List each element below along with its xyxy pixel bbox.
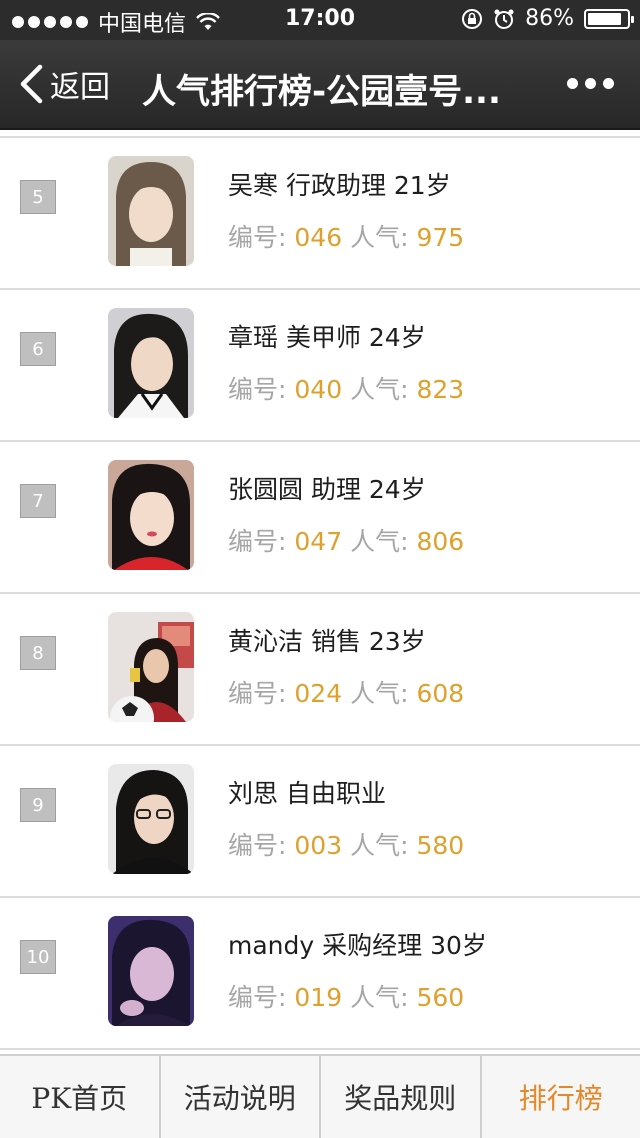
ranking-list: 5 吴寒 行政助理 21岁 编号: 046 人气: 975 6 xyxy=(0,136,640,1050)
entry-name: 吴寒 行政助理 21岁 xyxy=(228,166,451,202)
entry-meta: 编号: 047 人气: 806 xyxy=(228,522,464,558)
more-options-icon[interactable] xyxy=(567,78,614,89)
rank-badge: 7 xyxy=(20,484,56,518)
entry-name: 张圆圆 助理 24岁 xyxy=(228,470,426,506)
battery-percent: 86% xyxy=(525,6,574,31)
entry-id: 024 xyxy=(294,679,342,708)
avatar[interactable] xyxy=(108,156,194,266)
nav-bar: 返回 人气排行榜-公园壹号... xyxy=(0,40,640,130)
popularity-label: 人气: xyxy=(350,983,408,1012)
entry-name: 章瑶 美甲师 24岁 xyxy=(228,318,426,354)
id-label: 编号: xyxy=(228,831,286,860)
popularity-label: 人气: xyxy=(350,527,408,556)
popularity-label: 人气: xyxy=(350,223,408,252)
battery-icon xyxy=(584,9,630,29)
popularity-label: 人气: xyxy=(350,679,408,708)
entry-id: 040 xyxy=(294,375,342,404)
entry-popularity: 806 xyxy=(416,527,464,556)
alarm-icon xyxy=(493,8,515,30)
rank-badge: 5 xyxy=(20,180,56,214)
tab-pk-home[interactable]: PK首页 xyxy=(0,1056,161,1138)
id-label: 编号: xyxy=(228,527,286,556)
tab-leaderboard[interactable]: 排行榜 xyxy=(482,1056,640,1138)
entry-id: 046 xyxy=(294,223,342,252)
id-label: 编号: xyxy=(228,679,286,708)
tab-prize-rules[interactable]: 奖品规则 xyxy=(321,1056,482,1138)
ranking-row[interactable]: 9 刘思 自由职业 编号: 003 人气: 580 xyxy=(0,746,640,898)
entry-popularity: 823 xyxy=(416,375,464,404)
entry-name: mandy 采购经理 30岁 xyxy=(228,926,487,962)
rotation-lock-icon xyxy=(461,8,483,30)
rank-badge: 6 xyxy=(20,332,56,366)
entry-meta: 编号: 046 人气: 975 xyxy=(228,218,464,254)
rank-badge: 9 xyxy=(20,788,56,822)
avatar[interactable] xyxy=(108,460,194,570)
bottom-tab-bar: PK首页 活动说明 奖品规则 排行榜 xyxy=(0,1054,640,1138)
id-label: 编号: xyxy=(228,223,286,252)
status-right: 86% xyxy=(461,6,630,31)
popularity-label: 人气: xyxy=(350,375,408,404)
entry-id: 003 xyxy=(294,831,342,860)
ranking-row[interactable]: 5 吴寒 行政助理 21岁 编号: 046 人气: 975 xyxy=(0,136,640,290)
avatar[interactable] xyxy=(108,916,194,1026)
entry-popularity: 580 xyxy=(416,831,464,860)
entry-meta: 编号: 003 人气: 580 xyxy=(228,826,464,862)
entry-meta: 编号: 024 人气: 608 xyxy=(228,674,464,710)
entry-id: 019 xyxy=(294,983,342,1012)
rank-badge: 10 xyxy=(20,940,56,974)
entry-popularity: 560 xyxy=(416,983,464,1012)
id-label: 编号: xyxy=(228,375,286,404)
battery-fill xyxy=(588,13,621,25)
entry-id: 047 xyxy=(294,527,342,556)
popularity-label: 人气: xyxy=(350,831,408,860)
back-label: 返回 xyxy=(50,62,110,106)
ranking-row[interactable]: 8 黄沁洁 销售 23岁 编号: 024 人气: 608 xyxy=(0,594,640,746)
avatar[interactable] xyxy=(108,764,194,874)
ranking-row[interactable]: 7 张圆圆 助理 24岁 编号: 047 人气: 806 xyxy=(0,442,640,594)
id-label: 编号: xyxy=(228,983,286,1012)
entry-name: 黄沁洁 销售 23岁 xyxy=(228,622,426,658)
entry-meta: 编号: 040 人气: 823 xyxy=(228,370,464,406)
tab-activity-description[interactable]: 活动说明 xyxy=(161,1056,322,1138)
ranking-row[interactable]: 6 章瑶 美甲师 24岁 编号: 040 人气: 823 xyxy=(0,290,640,442)
entry-meta: 编号: 019 人气: 560 xyxy=(228,978,464,1014)
avatar[interactable] xyxy=(108,308,194,418)
entry-popularity: 975 xyxy=(416,223,464,252)
ranking-row[interactable]: 10 mandy 采购经理 30岁 编号: 019 人气: 560 xyxy=(0,898,640,1050)
chevron-left-icon xyxy=(18,64,44,104)
rank-badge: 8 xyxy=(20,636,56,670)
avatar[interactable] xyxy=(108,612,194,722)
entry-popularity: 608 xyxy=(416,679,464,708)
status-bar: 中国电信 17:00 86% xyxy=(0,0,640,40)
back-button[interactable]: 返回 xyxy=(18,62,110,106)
page-title: 人气排行榜-公园壹号... xyxy=(142,64,532,113)
entry-name: 刘思 自由职业 xyxy=(228,774,386,810)
